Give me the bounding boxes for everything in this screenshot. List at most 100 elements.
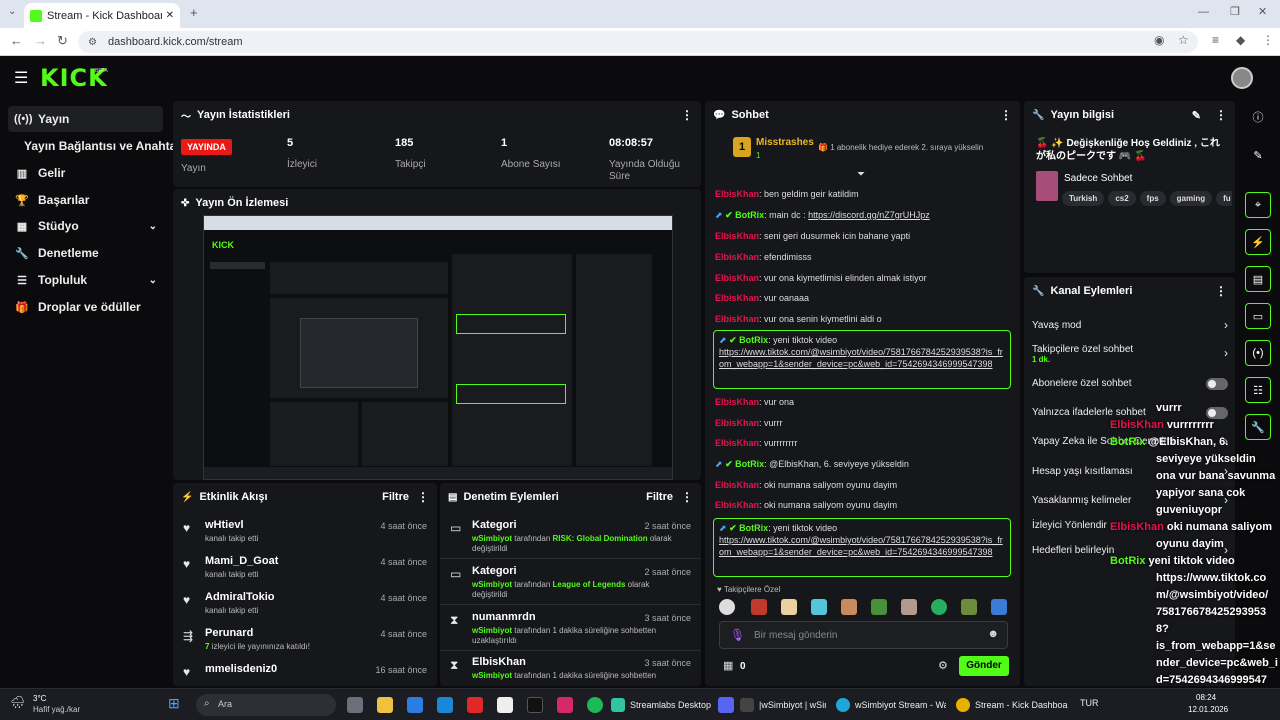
lightning-icon[interactable]: ⚡: [1245, 229, 1271, 255]
emote-icon[interactable]: [781, 599, 797, 615]
event-user[interactable]: Mami_D_Goat: [205, 555, 278, 567]
close-window-icon[interactable]: ✕: [1258, 5, 1267, 18]
chat-link[interactable]: https://www.tiktok.com/@wsimbiyot/video/…: [719, 347, 1003, 369]
taskbar-app-chrome[interactable]: Stream - Kick Dashboar: [956, 695, 1068, 715]
focus-icon[interactable]: ⌖: [1245, 192, 1271, 218]
sidebar-item-droplar[interactable]: 🎁 Droplar ve ödüller: [8, 294, 163, 320]
tag[interactable]: Turkish: [1062, 191, 1105, 206]
chat-link[interactable]: https://discord.gg/nZ7grUHJpz: [808, 210, 930, 220]
category-name[interactable]: Sadece Sohbet: [1064, 173, 1132, 184]
user-avatar[interactable]: [1231, 67, 1253, 89]
menu-dots-icon[interactable]: ⋮: [1262, 33, 1274, 47]
more-options-icon[interactable]: ⋮: [1000, 108, 1012, 122]
back-icon[interactable]: ←: [10, 33, 23, 48]
action-title[interactable]: ElbisKhan: [472, 656, 526, 668]
sidebar-item-gelir[interactable]: ▥ Gelir: [8, 160, 163, 186]
event-user[interactable]: wHtievl: [205, 519, 244, 531]
tag[interactable]: fu: [1216, 191, 1232, 206]
chat-input[interactable]: 🎙 Bir mesaj gönderin ☻: [719, 621, 1008, 649]
clock-time[interactable]: 08:24: [1196, 693, 1216, 702]
file-explorer-icon[interactable]: [377, 697, 393, 713]
emote-icon[interactable]: [931, 599, 947, 615]
edit-pencil-icon[interactable]: ✎: [1245, 142, 1271, 168]
more-options-icon[interactable]: ⋮: [417, 490, 429, 504]
browser-tab[interactable]: Stream - Kick Dashboard ✕: [24, 3, 180, 28]
sidebar-item-basarilar[interactable]: 🏆 Başarılar: [8, 187, 163, 213]
top-gifter-name[interactable]: Misstrashes: [756, 137, 814, 148]
info-icon[interactable]: ⓘ: [1245, 104, 1271, 130]
spotify-icon[interactable]: [587, 697, 603, 713]
outlook-icon[interactable]: [437, 697, 453, 713]
taskbar-app-obs[interactable]: |wSimbiyot | wSim: [740, 695, 826, 715]
more-options-icon[interactable]: ⋮: [681, 490, 693, 504]
maximize-icon[interactable]: ❐: [1230, 5, 1240, 18]
language-indicator[interactable]: TUR: [1080, 698, 1099, 708]
sidebar-item-stream-key[interactable]: Yayın Bağlantısı ve Anahtarı: [18, 133, 184, 159]
tab-list-icon[interactable]: ⌄: [8, 6, 16, 17]
more-options-icon[interactable]: ⋮: [681, 108, 693, 122]
sidebar-item-topluluk[interactable]: ☰ Topluluk ⌄: [8, 267, 163, 293]
more-options-icon[interactable]: ⋮: [1215, 284, 1227, 298]
bookmark-star-icon[interactable]: ☆: [1178, 33, 1189, 47]
action-slow-mode[interactable]: Yavaş mod ›: [1032, 318, 1228, 334]
action-title[interactable]: numanmrdn: [472, 611, 536, 623]
document-icon[interactable]: ▤: [1245, 266, 1271, 292]
event-user[interactable]: Perunard: [205, 627, 253, 639]
instagram-icon[interactable]: [557, 697, 573, 713]
taskbar-app-streamlabs[interactable]: Streamlabs Desktop: [611, 695, 711, 715]
forward-icon[interactable]: →: [34, 33, 47, 48]
filter-button[interactable]: Filtre: [382, 491, 409, 503]
emote-icon[interactable]: [871, 599, 887, 615]
site-info-icon[interactable]: ⚙: [88, 37, 97, 48]
action-subs-only[interactable]: Abonelere özel sohbet: [1032, 378, 1228, 392]
eye-off-icon[interactable]: ◉: [1154, 33, 1164, 47]
emoji-icon[interactable]: ☻: [987, 628, 999, 640]
app-icon[interactable]: [497, 697, 513, 713]
taskbar-app-edge[interactable]: wSimbiyot Stream - Wa: [836, 695, 946, 715]
event-user[interactable]: AdmiralTokio: [205, 591, 274, 603]
emote-icon[interactable]: [719, 599, 735, 615]
microphone-icon[interactable]: 🎙: [730, 628, 745, 642]
collapse-icon[interactable]: ⏷: [857, 169, 865, 180]
tag[interactable]: fps: [1139, 191, 1166, 206]
filter-button[interactable]: Filtre: [646, 491, 673, 503]
stream-preview-video[interactable]: KICK: [203, 215, 673, 480]
event-user[interactable]: mmelisdeniz0: [205, 663, 277, 675]
extension-icon[interactable]: ◆: [1236, 33, 1245, 47]
settings-gear-icon[interactable]: ⚙: [938, 659, 948, 672]
windows-start-icon[interactable]: ⊞: [168, 695, 180, 712]
emote-icon[interactable]: [901, 599, 917, 615]
sidebar-item-studyo[interactable]: ▦ Stüdyo ⌄: [8, 213, 163, 239]
new-tab-icon[interactable]: +: [190, 5, 198, 20]
reload-icon[interactable]: ↻: [57, 33, 68, 49]
broadcast-icon[interactable]: (•): [1245, 340, 1271, 366]
emote-icon[interactable]: [811, 599, 827, 615]
chat-bubble-icon[interactable]: ▭: [1245, 303, 1271, 329]
chat-link[interactable]: https://www.tiktok.com/@wsimbiyot/video/…: [719, 535, 1003, 557]
sidebar-item-denetleme[interactable]: 🔧 Denetleme: [8, 240, 163, 266]
emote-icon[interactable]: [841, 599, 857, 615]
tiktok-icon[interactable]: [527, 697, 543, 713]
taskbar-search[interactable]: ⌕ Ara: [196, 694, 336, 716]
edit-pencil-icon[interactable]: ✎: [1192, 109, 1201, 122]
emote-icon[interactable]: [991, 599, 1007, 615]
emote-icon[interactable]: [961, 599, 977, 615]
discord-icon[interactable]: [718, 697, 734, 713]
more-options-icon[interactable]: ⋮: [1215, 108, 1227, 122]
sidebar-item-yayin[interactable]: ((•)) Yayın: [8, 106, 163, 132]
tag[interactable]: cs2: [1108, 191, 1136, 206]
action-followers-only[interactable]: Takipçilere özel sohbet 1 dk. ›: [1032, 344, 1228, 364]
store-icon[interactable]: [407, 697, 423, 713]
emote-icon[interactable]: [751, 599, 767, 615]
queue-icon[interactable]: ≡: [1212, 33, 1219, 47]
hamburger-menu-icon[interactable]: ☰: [14, 68, 28, 88]
url-field[interactable]: ⚙ dashboard.kick.com/stream: [78, 31, 1198, 53]
send-button[interactable]: Gönder: [959, 656, 1009, 676]
tag[interactable]: gaming: [1169, 191, 1213, 206]
youtube-icon[interactable]: [467, 697, 483, 713]
toggle-switch[interactable]: [1206, 378, 1228, 390]
task-view-icon[interactable]: [347, 697, 363, 713]
minimize-icon[interactable]: —: [1198, 6, 1209, 18]
close-tab-icon[interactable]: ✕: [166, 10, 174, 21]
clock-date[interactable]: 12.01.2026: [1188, 705, 1228, 714]
